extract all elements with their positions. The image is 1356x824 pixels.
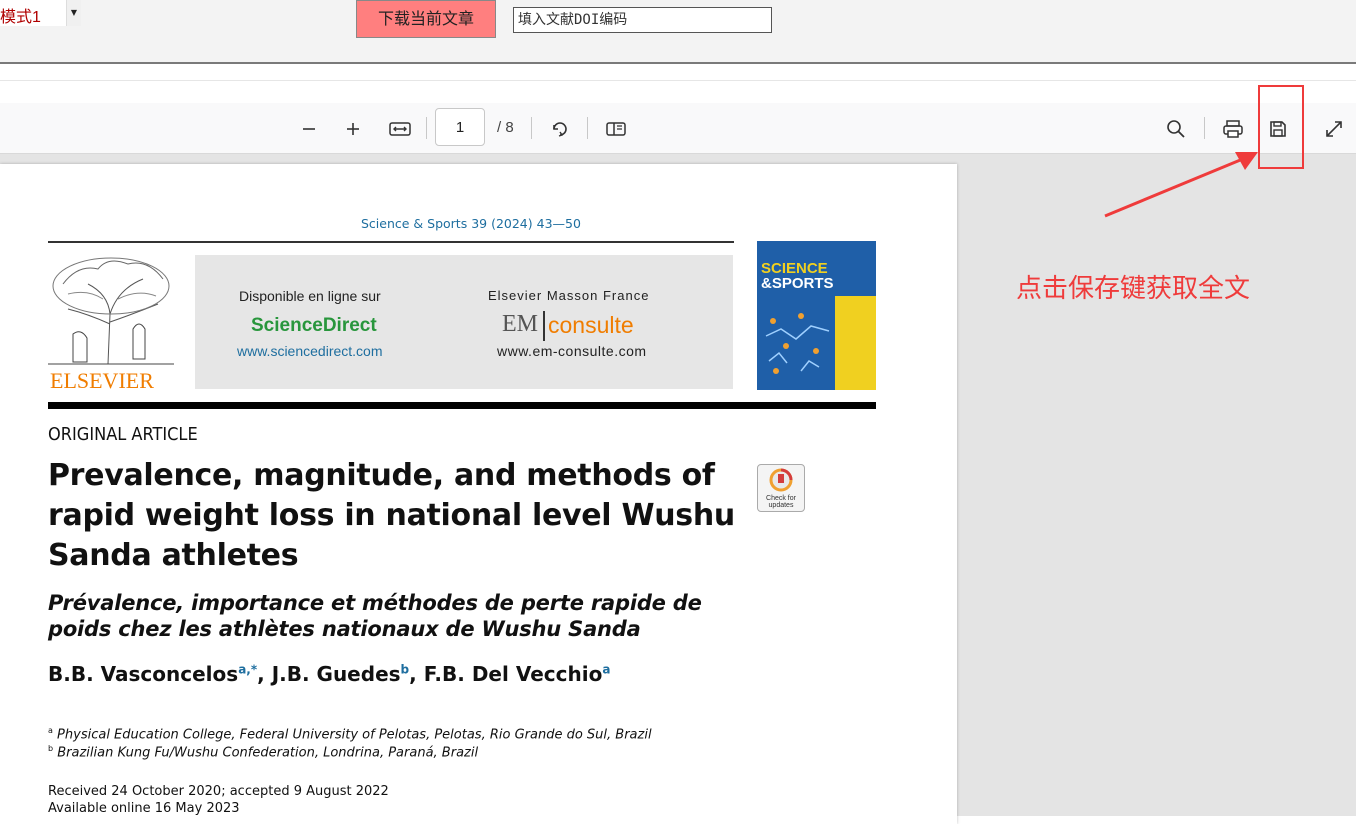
author-name: B.B. Vasconcelos	[48, 662, 239, 686]
arrow-icon	[1104, 152, 1258, 218]
sciencedirect-logo: ScienceDirect	[251, 315, 377, 336]
doi-input[interactable]	[513, 7, 772, 33]
author-affiliation-mark[interactable]: a	[602, 662, 610, 676]
spacer-strip	[0, 64, 1356, 81]
page-view-icon[interactable]	[603, 116, 629, 142]
annotation-text: 点击保存键获取全文	[1016, 274, 1251, 304]
rotate-icon[interactable]	[547, 116, 573, 142]
check-for-updates-label: Check for updates	[766, 495, 796, 509]
divider	[543, 311, 545, 341]
print-icon[interactable]	[1220, 116, 1246, 142]
elsevier-wordmark: ELSEVIER	[50, 368, 154, 393]
article-title-french: Prévalence, importance et méthodes de pe…	[48, 591, 702, 641]
sciencedirect-link[interactable]: www.sciencedirect.com	[237, 343, 383, 359]
em-consulte-link[interactable]: www.em-consulte.com	[497, 343, 647, 359]
author-list: B.B. Vasconcelosa,*, J.B. Guedesb, F.B. …	[48, 662, 611, 686]
top-toolbar: 模式1 ▼ 下载当前文章	[0, 0, 1356, 64]
received-date: Received 24 October 2020; accepted 9 Aug…	[48, 784, 389, 799]
available-online-date: Available online 16 May 2023	[48, 801, 240, 816]
fullscreen-icon[interactable]	[1321, 116, 1347, 142]
pdf-page: Science & Sports 39 (2024) 43—50 ELSEVIE…	[0, 164, 957, 824]
masson-label: Elsevier Masson France	[488, 288, 650, 303]
author-name: J.B. Guedes	[271, 662, 401, 686]
em-logo: EM	[502, 311, 538, 337]
available-online-label: Disponible en ligne sur	[239, 288, 381, 304]
pdf-viewport[interactable]: Science & Sports 39 (2024) 43—50 ELSEVIE…	[0, 154, 1356, 824]
download-article-button[interactable]: 下载当前文章	[356, 0, 496, 38]
page-number-input[interactable]	[435, 108, 485, 146]
article-title: Prevalence, magnitude, and methods of ra…	[48, 458, 735, 573]
article-type: ORIGINAL ARTICLE	[48, 424, 198, 445]
journal-reference: Science & Sports 39 (2024) 43—50	[361, 216, 581, 231]
affiliation: b Brazilian Kung Fu/Wushu Confederation,…	[48, 744, 479, 761]
journal-cover: SCIENCE &SPORTS	[757, 241, 876, 390]
page-total: / 8	[497, 119, 514, 136]
author-affiliation-mark[interactable]: b	[401, 662, 410, 676]
cover-title-line1: SCIENCE	[761, 260, 828, 277]
check-for-updates-badge[interactable]: Check for updates	[757, 464, 805, 512]
divider	[48, 402, 876, 409]
fit-width-icon[interactable]	[387, 116, 413, 142]
divider	[48, 241, 734, 243]
author-name: F.B. Del Vecchio	[423, 662, 603, 686]
author-affiliation-mark[interactable]: a,*	[238, 662, 257, 676]
search-icon[interactable]	[1163, 116, 1189, 142]
cover-title-line2: &SPORTS	[761, 275, 834, 292]
zoom-in-icon[interactable]	[340, 116, 366, 142]
mode-select[interactable]: 模式1 ▼	[0, 0, 81, 26]
publisher-banner: Disponible en ligne sur ScienceDirect ww…	[195, 255, 733, 389]
mode-select-value: 模式1	[0, 9, 41, 26]
zoom-out-icon[interactable]	[296, 116, 322, 142]
affiliation: a Physical Education College, Federal Un…	[48, 726, 652, 743]
chevron-down-icon[interactable]: ▼	[66, 0, 81, 26]
consulte-logo: consulte	[548, 312, 634, 338]
